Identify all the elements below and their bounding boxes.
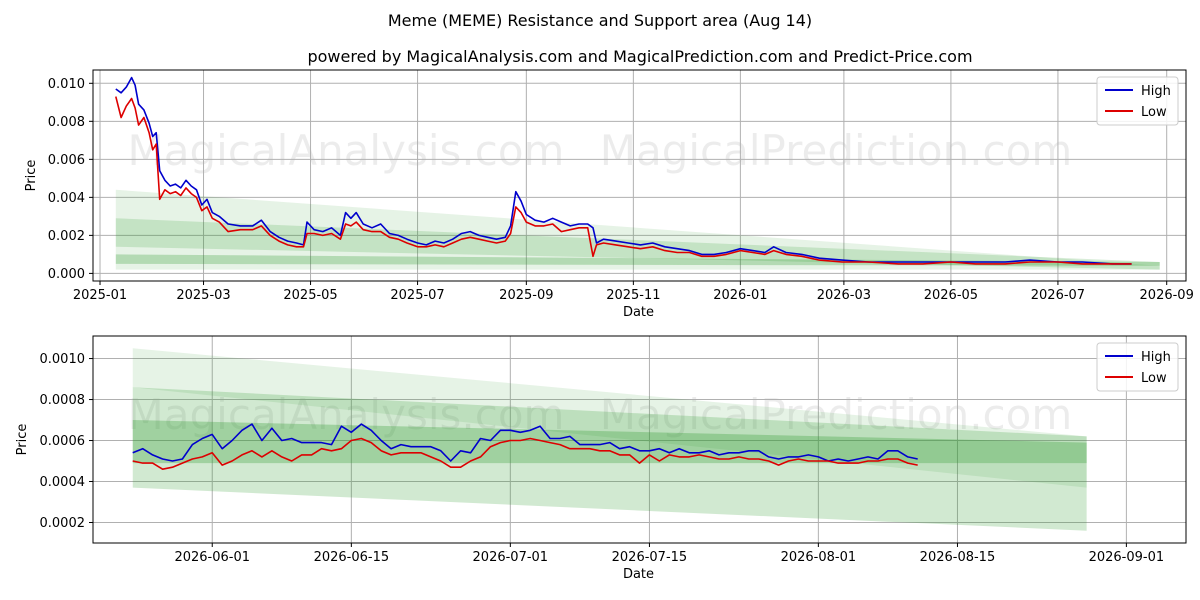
- x-tick-label: 2026-05: [924, 288, 978, 303]
- legend-label-low: Low: [1141, 105, 1167, 120]
- x-tick-label: 2025-05: [283, 288, 337, 303]
- chart-canvas: Meme (MEME) Resistance and Support area …: [15, 11, 1194, 582]
- x-tick-label: 2026-09-01: [1089, 550, 1165, 565]
- legend: High Low: [1096, 342, 1179, 392]
- x-tick-label: 2026-06-15: [314, 550, 390, 565]
- x-tick-label: 2025-09: [499, 288, 553, 303]
- y-tick-label: 0.004: [48, 191, 85, 206]
- y-tick-label: 0.0010: [40, 352, 86, 367]
- x-tick-label: 2026-09: [1140, 288, 1194, 303]
- x-tick-label: 2026-01: [713, 288, 767, 303]
- y-axis-label: Price: [24, 160, 39, 192]
- bottom-chart: MagicalAnalysis.com MagicalPrediction.com…: [15, 335, 1187, 582]
- y-tick-label: 0.0002: [40, 516, 86, 531]
- x-tick-label: 2026-03: [817, 288, 871, 303]
- y-tick-label: 0.002: [48, 229, 85, 244]
- y-tick-label: 0.0006: [40, 434, 86, 449]
- x-tick-label: 2026-07-15: [612, 550, 688, 565]
- x-axis-label: Date: [623, 567, 654, 582]
- watermark-right: MagicalPrediction.com: [600, 126, 1073, 175]
- y-tick-label: 0.010: [48, 77, 85, 92]
- y-axis-label: Price: [15, 424, 30, 456]
- y-tick-label: 0.006: [48, 153, 85, 168]
- x-axis-label: Date: [623, 305, 654, 320]
- x-tick-label: 2025-01: [73, 288, 127, 303]
- x-tick-label: 2025-11: [606, 288, 660, 303]
- x-tick-label: 2026-08-01: [781, 550, 857, 565]
- x-tick-label: 2025-07: [390, 288, 444, 303]
- legend-label-low: Low: [1141, 371, 1167, 386]
- legend: High Low: [1096, 76, 1179, 126]
- x-tick-label: 2026-06-01: [174, 550, 250, 565]
- legend-label-high: High: [1141, 350, 1171, 365]
- chart-subtitle: powered by MagicalAnalysis.com and Magic…: [307, 47, 972, 66]
- top-chart: MagicalAnalysis.com MagicalPrediction.com…: [24, 69, 1194, 320]
- legend-label-high: High: [1141, 84, 1171, 99]
- x-tick-label: 2026-07: [1031, 288, 1085, 303]
- x-tick-label: 2026-08-15: [920, 550, 996, 565]
- support-resistance-bands: [115, 189, 1160, 270]
- x-tick-label: 2025-03: [176, 288, 230, 303]
- y-tick-label: 0.0008: [40, 393, 86, 408]
- x-tick-label: 2026-07-01: [473, 550, 549, 565]
- y-tick-label: 0.008: [48, 115, 85, 130]
- support-resistance-bands: [132, 348, 1087, 531]
- watermark-left: MagicalAnalysis.com: [128, 126, 565, 175]
- y-tick-label: 0.000: [48, 267, 85, 282]
- chart-title: Meme (MEME) Resistance and Support area …: [388, 11, 812, 30]
- y-tick-label: 0.0004: [40, 475, 86, 490]
